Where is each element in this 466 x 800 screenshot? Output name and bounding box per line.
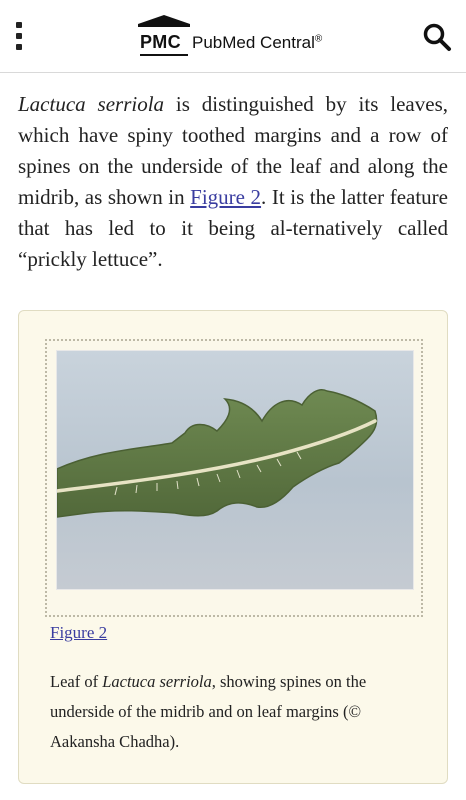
figure-2-link[interactable]: Figure 2 [190, 185, 261, 209]
article-body: Lactuca serriola is distinguished by its… [0, 73, 466, 275]
figure-image[interactable] [56, 350, 414, 590]
pmc-building-icon [138, 15, 190, 27]
registered-mark: ® [314, 33, 323, 45]
brand-name: PubMed Central® [192, 33, 323, 52]
brand-short: PMC [140, 32, 181, 52]
caption-species: Lactuca serriola [102, 672, 212, 691]
top-bar: PMC PubMed Central® [0, 0, 466, 73]
figure-caption: Leaf of Lactuca serriola, showing spines… [50, 672, 367, 751]
pmc-logo[interactable]: PMC PubMed Central® [136, 14, 336, 58]
figure-thumbnail-frame [45, 339, 423, 617]
figure-box: Figure 2 Leaf of Lactuca serriola, showi… [18, 310, 448, 784]
kebab-menu-icon[interactable] [12, 22, 26, 50]
search-icon[interactable] [422, 22, 452, 52]
article-paragraph: Lactuca serriola is distinguished by its… [18, 92, 448, 271]
species-name: Lactuca serriola [18, 92, 165, 116]
figure-2-title-link[interactable]: Figure 2 [50, 623, 107, 643]
brand-underline [140, 54, 188, 56]
